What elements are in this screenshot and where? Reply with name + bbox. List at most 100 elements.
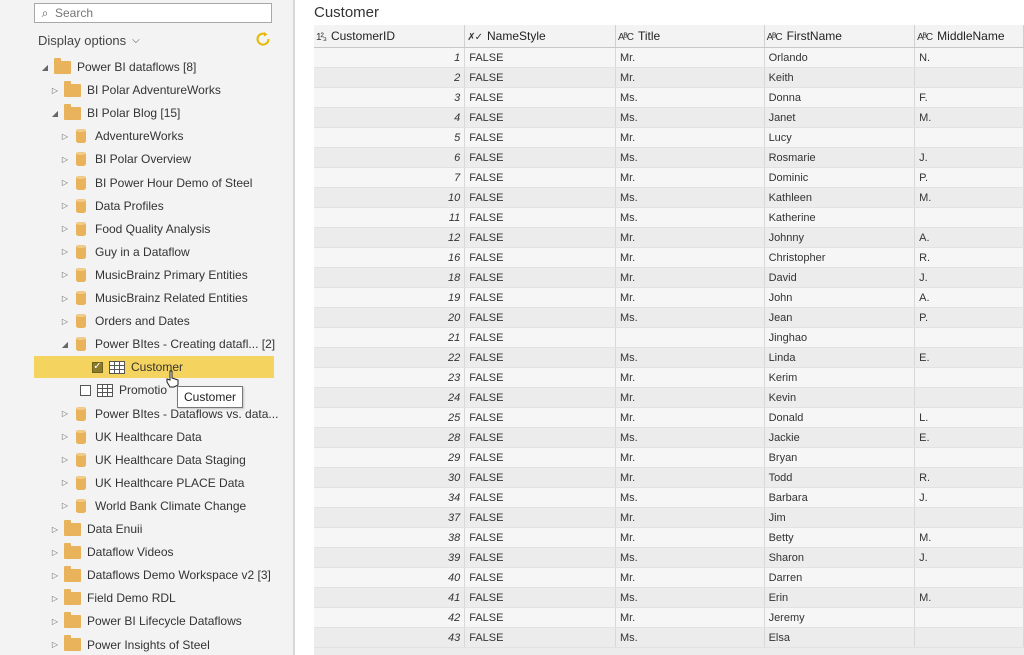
table-cell[interactable]: 23	[314, 367, 466, 388]
table-cell[interactable]: 28	[314, 427, 466, 448]
checkbox[interactable]: ✓	[92, 361, 103, 373]
column-type-icon[interactable]: 1²₃	[316, 32, 327, 43]
search-input[interactable]	[55, 6, 271, 20]
table-cell[interactable]: FALSE	[464, 267, 616, 288]
table-cell[interactable]: P.	[914, 167, 1024, 188]
column-type-icon[interactable]: ✗✓	[467, 32, 483, 43]
column-header[interactable]: ✗✓ NameStyle	[464, 25, 616, 48]
table-cell[interactable]: 41	[314, 587, 466, 608]
pane-divider[interactable]	[293, 0, 295, 655]
expanded-arrow-icon[interactable]: ◢	[50, 109, 60, 118]
table-cell[interactable]: Ms.	[615, 487, 765, 508]
collapsed-arrow-icon[interactable]: ▷	[60, 501, 70, 510]
table-cell[interactable]	[615, 327, 765, 348]
table-cell[interactable]: 21	[314, 327, 466, 348]
collapsed-arrow-icon[interactable]: ▷	[60, 155, 70, 164]
collapsed-arrow-icon[interactable]: ▷	[50, 640, 60, 649]
table-cell[interactable]: J.	[914, 267, 1024, 288]
table-cell[interactable]: Mr.	[615, 267, 765, 288]
table-cell[interactable]: FALSE	[464, 507, 616, 528]
table-cell[interactable]: Jean	[764, 307, 916, 328]
table-cell[interactable]: L.	[914, 407, 1024, 428]
table-cell[interactable]: David	[764, 267, 916, 288]
table-cell[interactable]: FALSE	[464, 147, 616, 168]
table-cell[interactable]	[914, 67, 1024, 88]
table-cell[interactable]: FALSE	[464, 467, 616, 488]
table-cell[interactable]: 43	[314, 627, 466, 648]
table-cell[interactable]: Elsa	[764, 627, 916, 648]
table-cell[interactable]: FALSE	[464, 187, 616, 208]
table-cell[interactable]: Sharon	[764, 547, 916, 568]
table-cell[interactable]: 16	[314, 247, 466, 268]
collapsed-arrow-icon[interactable]: ▷	[60, 201, 70, 210]
table-cell[interactable]: Keith	[764, 67, 916, 88]
collapsed-arrow-icon[interactable]: ▷	[50, 594, 60, 603]
tree-item[interactable]: ▷ Power BItes - Dataflows vs. data...	[60, 403, 278, 425]
table-cell[interactable]: FALSE	[464, 87, 616, 108]
tree-item[interactable]: ▷ BI Power Hour Demo of Steel	[60, 172, 252, 194]
table-cell[interactable]: Linda	[764, 347, 916, 368]
refresh-icon[interactable]	[255, 31, 271, 47]
collapsed-arrow-icon[interactable]: ▷	[60, 178, 70, 187]
table-cell[interactable]: Jinghao	[764, 327, 916, 348]
table-cell[interactable]	[914, 507, 1024, 528]
table-cell[interactable]: Johnny	[764, 227, 916, 248]
column-type-icon[interactable]: AᴮC	[917, 32, 933, 43]
collapsed-arrow-icon[interactable]: ▷	[60, 247, 70, 256]
table-cell[interactable]: FALSE	[464, 587, 616, 608]
table-cell[interactable]: J.	[914, 147, 1024, 168]
tree-item[interactable]: Promotio	[80, 379, 167, 401]
table-cell[interactable]: M.	[914, 187, 1024, 208]
tree-item[interactable]: ▷ Power BI Lifecycle Dataflows	[50, 610, 242, 632]
collapsed-arrow-icon[interactable]: ▷	[60, 294, 70, 303]
table-cell[interactable]: 29	[314, 447, 466, 468]
table-cell[interactable]: E.	[914, 347, 1024, 368]
collapsed-arrow-icon[interactable]: ▷	[60, 270, 70, 279]
table-cell[interactable]: 42	[314, 607, 466, 628]
table-cell[interactable]: Ms.	[615, 147, 765, 168]
table-cell[interactable]: M.	[914, 587, 1024, 608]
table-cell[interactable]: Rosmarie	[764, 147, 916, 168]
table-cell[interactable]: 10	[314, 187, 466, 208]
tree-item[interactable]: ▷ Guy in a Dataflow	[60, 241, 190, 263]
table-cell[interactable]: FALSE	[464, 207, 616, 228]
table-cell[interactable]: Ms.	[615, 627, 765, 648]
table-cell[interactable]: M.	[914, 527, 1024, 548]
table-cell[interactable]: Ms.	[615, 347, 765, 368]
table-cell[interactable]: 37	[314, 507, 466, 528]
table-cell[interactable]: 20	[314, 307, 466, 328]
tree-item[interactable]: ▷ UK Healthcare PLACE Data	[60, 472, 244, 494]
table-cell[interactable]: John	[764, 287, 916, 308]
table-cell[interactable]: Ms.	[615, 87, 765, 108]
table-cell[interactable]: FALSE	[464, 567, 616, 588]
table-cell[interactable]: Christopher	[764, 247, 916, 268]
column-type-icon[interactable]: AᴮC	[767, 32, 783, 43]
table-cell[interactable]	[914, 607, 1024, 628]
table-cell[interactable]: Betty	[764, 527, 916, 548]
column-header[interactable]: AᴮC Title	[615, 25, 765, 48]
table-cell[interactable]: Jim	[764, 507, 916, 528]
table-cell[interactable]: FALSE	[464, 287, 616, 308]
table-cell[interactable]: Orlando	[764, 47, 916, 68]
table-cell[interactable]: FALSE	[464, 227, 616, 248]
tree-item[interactable]: ◢ Power BItes - Creating datafl... [2]	[60, 333, 275, 355]
tree-item[interactable]: ▷ BI Polar Overview	[60, 148, 191, 170]
table-cell[interactable]: Kerim	[764, 367, 916, 388]
tree-item[interactable]: ▷ Food Quality Analysis	[60, 218, 210, 240]
table-cell[interactable]: Mr.	[615, 167, 765, 188]
table-cell[interactable]: 25	[314, 407, 466, 428]
column-header[interactable]: 1²₃ CustomerID	[314, 25, 466, 48]
column-header[interactable]: AᴮC FirstName	[764, 25, 916, 48]
table-cell[interactable]: R.	[914, 467, 1024, 488]
table-cell[interactable]	[914, 447, 1024, 468]
table-cell[interactable]: FALSE	[464, 427, 616, 448]
table-cell[interactable]: 11	[314, 207, 466, 228]
table-cell[interactable]: Ms.	[615, 207, 765, 228]
tree-item[interactable]: ▷ Dataflow Videos	[50, 541, 174, 563]
collapsed-arrow-icon[interactable]: ▷	[50, 571, 60, 580]
tree-item[interactable]: ▷ Dataflows Demo Workspace v2 [3]	[50, 564, 271, 586]
table-cell[interactable]: Dominic	[764, 167, 916, 188]
table-cell[interactable]: Mr.	[615, 467, 765, 488]
table-cell[interactable]: 3	[314, 87, 466, 108]
collapsed-arrow-icon[interactable]: ▷	[60, 455, 70, 464]
